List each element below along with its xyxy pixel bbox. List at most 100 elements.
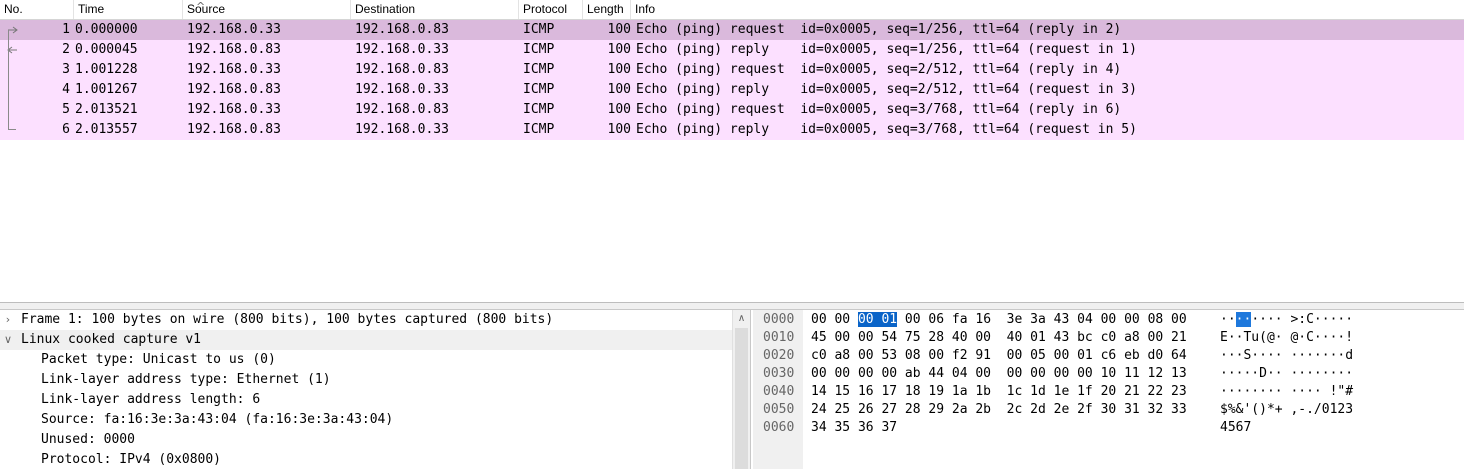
details-item[interactable]: Source: fa:16:3e:3a:43:04 (fa:16:3e:3a:4… bbox=[0, 410, 750, 430]
column-info[interactable]: Info bbox=[631, 0, 1464, 19]
pane-splitter[interactable] bbox=[0, 302, 1464, 310]
packet-row[interactable]: 1 0.000000 192.168.0.33 192.168.0.83 ICMP 100… bbox=[0, 20, 1464, 40]
chevron-right-icon[interactable]: › bbox=[1, 310, 15, 330]
hex-bytes-text: 00 06 fa 16 3e 3a 43 04 00 00 08 00 bbox=[897, 312, 1187, 327]
packet-protocol: ICMP bbox=[523, 82, 555, 97]
packet-length: 100 bbox=[607, 102, 631, 117]
column-time-label: Time bbox=[78, 2, 105, 16]
details-item-text: Packet type: Unicast to us (0) bbox=[41, 352, 276, 367]
ascii-bytes-text: ·· bbox=[1220, 312, 1236, 327]
packet-length: 100 bbox=[607, 22, 631, 37]
hex-bytes-text: 14 15 16 17 18 19 1a 1b 1c 1d 1e 1f 20 2… bbox=[811, 384, 1187, 399]
scroll-up-arrow-icon[interactable]: ∧ bbox=[733, 310, 750, 327]
column-time[interactable]: Time ^ bbox=[74, 0, 205, 19]
hex-bytes-text: 24 25 26 27 28 29 2a 2b 2c 2d 2e 2f 30 3… bbox=[811, 402, 1187, 417]
packet-time: 1.001228 bbox=[75, 62, 138, 77]
packet-row[interactable]: 4 1.001267 192.168.0.83 192.168.0.33 ICMP 100… bbox=[0, 80, 1464, 100]
column-length[interactable]: Length bbox=[583, 0, 631, 19]
ascii-bytes-highlight: ·· bbox=[1235, 312, 1252, 327]
details-item-text: Unused: 0000 bbox=[41, 432, 135, 447]
hex-bytes[interactable]: 24 25 26 27 28 29 2a 2b 2c 2d 2e 2f 30 3… bbox=[811, 401, 1187, 419]
hex-bytes-text: 45 00 00 54 75 28 40 00 40 01 43 bc c0 a… bbox=[811, 330, 1187, 345]
details-item[interactable]: Link-layer address length: 6 bbox=[0, 390, 750, 410]
hex-bytes[interactable]: 45 00 00 54 75 28 40 00 40 01 43 bc c0 a… bbox=[811, 329, 1187, 347]
ascii-bytes[interactable]: ········ ···· !"# bbox=[1220, 383, 1353, 401]
related-packet-line bbox=[8, 30, 9, 130]
hex-bytes[interactable]: 00 00 00 00 ab 44 04 00 00 00 00 00 10 1… bbox=[811, 365, 1187, 383]
packet-info: Echo (ping) request id=0x0005, seq=1/256… bbox=[636, 22, 1122, 37]
packet-row[interactable]: 6 2.013557 192.168.0.83 192.168.0.33 ICMP 100… bbox=[0, 120, 1464, 140]
details-item[interactable]: Packet type: Unicast to us (0) bbox=[0, 350, 750, 370]
packet-destination: 192.168.0.83 bbox=[355, 102, 449, 117]
column-source[interactable]: Source bbox=[183, 0, 351, 19]
packet-row[interactable]: 3 1.001228 192.168.0.33 192.168.0.83 ICMP 100… bbox=[0, 60, 1464, 80]
packet-protocol: ICMP bbox=[523, 122, 555, 137]
column-no[interactable]: No. bbox=[0, 0, 74, 19]
byte-offset: 0000 bbox=[763, 312, 795, 327]
details-scrollbar-thumb[interactable] bbox=[735, 328, 748, 469]
packet-row[interactable]: 2 0.000045 192.168.0.83 192.168.0.33 ICMP 100… bbox=[0, 40, 1464, 60]
ascii-bytes-text: $%&'()*+ ,-./0123 bbox=[1220, 402, 1354, 417]
details-tree: › Frame 1: 100 bytes on wire (800 bits), … bbox=[0, 310, 750, 469]
packet-destination: 192.168.0.33 bbox=[355, 42, 449, 57]
packet-protocol: ICMP bbox=[523, 22, 555, 37]
column-protocol[interactable]: Protocol bbox=[519, 0, 583, 19]
ascii-bytes[interactable]: 4567 bbox=[1220, 419, 1251, 437]
hex-bytes[interactable]: 00 00 00 01 00 06 fa 16 3e 3a 43 04 00 0… bbox=[811, 311, 1187, 329]
arrow-left-icon bbox=[7, 46, 17, 54]
details-item[interactable]: Link-layer address type: Ethernet (1) bbox=[0, 370, 750, 390]
details-scrollbar[interactable]: ∧ bbox=[732, 310, 750, 469]
packet-time: 0.000045 bbox=[75, 42, 138, 57]
details-item-text: Linux cooked capture v1 bbox=[21, 332, 202, 347]
packet-info: Echo (ping) reply id=0x0005, seq=1/256, … bbox=[636, 42, 1137, 57]
hex-bytes[interactable]: 34 35 36 37 bbox=[811, 419, 897, 437]
ascii-bytes[interactable]: $%&'()*+ ,-./0123 bbox=[1220, 401, 1353, 419]
byte-offset: 0020 bbox=[763, 348, 795, 363]
hex-bytes-highlight: 00 01 bbox=[857, 312, 898, 327]
arrow-right-icon bbox=[8, 26, 18, 34]
hex-bytes[interactable]: c0 a8 00 53 08 00 f2 91 00 05 00 01 c6 e… bbox=[811, 347, 1187, 365]
packet-no: 5 bbox=[62, 102, 70, 117]
packet-no: 6 bbox=[62, 122, 70, 137]
hex-bytes[interactable]: 14 15 16 17 18 19 1a 1b 1c 1d 1e 1f 20 2… bbox=[811, 383, 1187, 401]
details-item[interactable]: › Frame 1: 100 bytes on wire (800 bits), … bbox=[0, 310, 750, 330]
chevron-down-icon[interactable]: ∨ bbox=[1, 330, 15, 350]
hex-bytes-text: c0 a8 00 53 08 00 f2 91 00 05 00 01 c6 e… bbox=[811, 348, 1187, 363]
details-item-text: Protocol: IPv4 (0x0800) bbox=[41, 452, 222, 467]
packet-info: Echo (ping) request id=0x0005, seq=2/512… bbox=[636, 62, 1122, 77]
packet-length: 100 bbox=[607, 122, 631, 137]
details-item[interactable]: ∨ Linux cooked capture v1 bbox=[0, 330, 750, 350]
ascii-bytes[interactable]: ···S···· ·······d bbox=[1220, 347, 1353, 365]
ascii-bytes[interactable]: ·····D·· ········ bbox=[1220, 365, 1353, 383]
hex-bytes-text: 00 00 00 00 ab 44 04 00 00 00 00 00 10 1… bbox=[811, 366, 1187, 381]
packet-no: 4 bbox=[62, 82, 70, 97]
packet-destination: 192.168.0.33 bbox=[355, 122, 449, 137]
ascii-bytes-text: E··Tu(@· @·C····! bbox=[1220, 330, 1354, 345]
details-item[interactable]: Protocol: IPv4 (0x0800) bbox=[0, 450, 750, 469]
byte-offset: 0010 bbox=[763, 330, 795, 345]
ascii-bytes[interactable]: E··Tu(@· @·C····! bbox=[1220, 329, 1353, 347]
details-item-text: Link-layer address length: 6 bbox=[41, 392, 261, 407]
packet-list[interactable]: No. Time ^ Source Destination Protocol L… bbox=[0, 0, 1464, 302]
packet-rows: 1 0.000000 192.168.0.33 192.168.0.83 ICMP 100… bbox=[0, 20, 1464, 140]
ascii-bytes-text: ·····D·· ········ bbox=[1220, 366, 1354, 381]
packet-source: 192.168.0.83 bbox=[187, 42, 281, 57]
packet-info: Echo (ping) reply id=0x0005, seq=2/512, … bbox=[636, 82, 1137, 97]
packet-protocol: ICMP bbox=[523, 42, 555, 57]
packet-source: 192.168.0.83 bbox=[187, 122, 281, 137]
packet-time: 1.001267 bbox=[75, 82, 138, 97]
packet-bytes-pane[interactable]: 0000 00 00 00 01 00 06 fa 16 3e 3a 43 04 … bbox=[753, 310, 1464, 469]
ascii-bytes-text: ········ ···· !"# bbox=[1220, 384, 1354, 399]
details-item[interactable]: Unused: 0000 bbox=[0, 430, 750, 450]
ascii-bytes[interactable]: ········ >:C····· bbox=[1220, 311, 1353, 329]
packet-length: 100 bbox=[607, 62, 631, 77]
column-destination[interactable]: Destination bbox=[351, 0, 519, 19]
byte-offset: 0050 bbox=[763, 402, 795, 417]
packet-source: 192.168.0.33 bbox=[187, 102, 281, 117]
packet-details-pane[interactable]: › Frame 1: 100 bytes on wire (800 bits), … bbox=[0, 310, 751, 469]
hex-bytes-text: 34 35 36 37 bbox=[811, 420, 898, 435]
ascii-bytes-text: ···· >:C····· bbox=[1251, 312, 1354, 327]
packet-time: 2.013521 bbox=[75, 102, 138, 117]
packet-destination: 192.168.0.83 bbox=[355, 22, 449, 37]
packet-row[interactable]: 5 2.013521 192.168.0.33 192.168.0.83 ICMP 100… bbox=[0, 100, 1464, 120]
